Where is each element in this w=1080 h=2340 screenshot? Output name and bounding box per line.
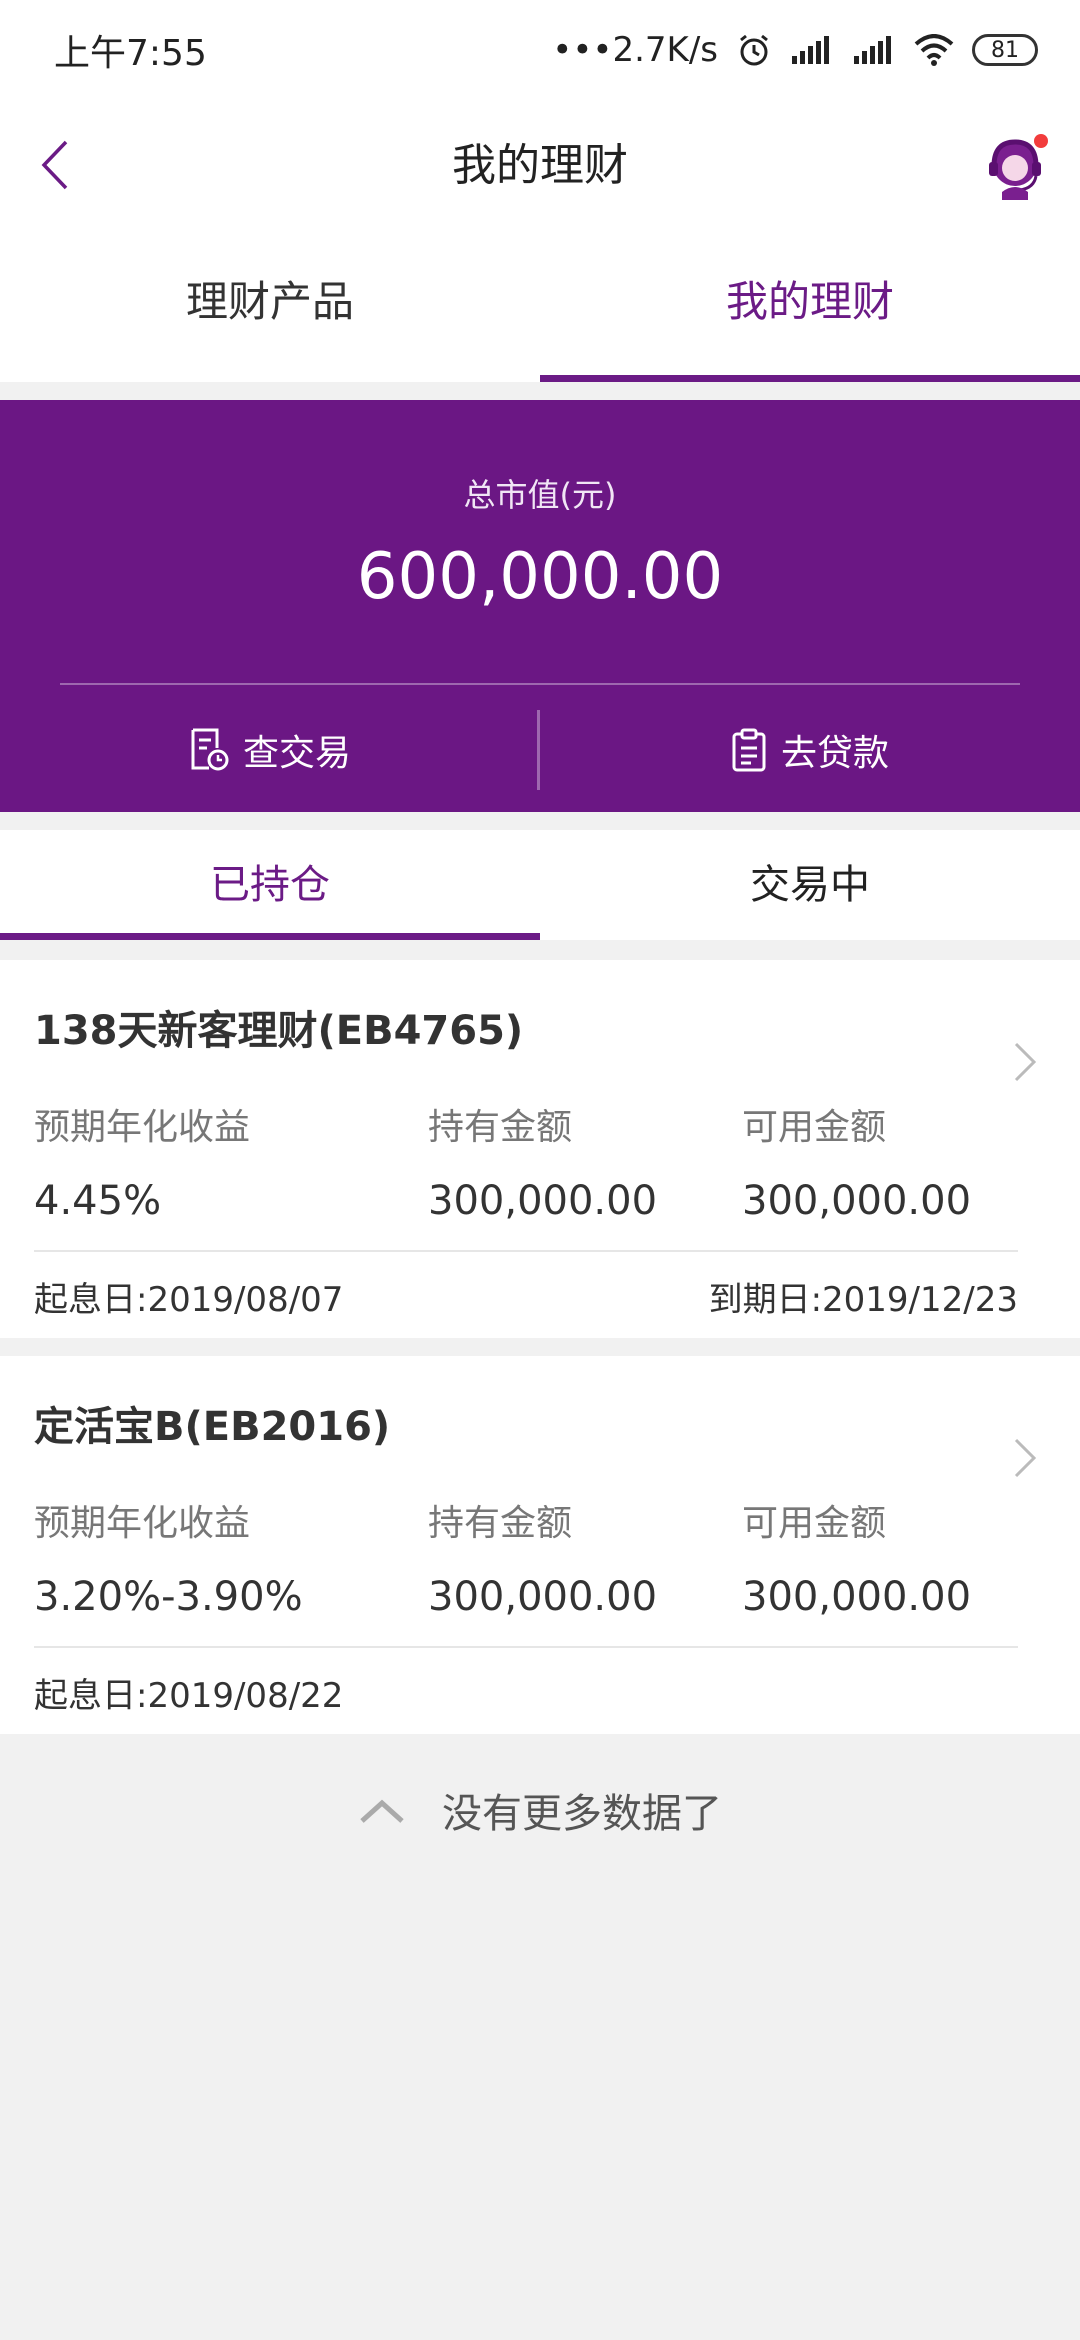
holding-card[interactable]: 138天新客理财(EB4765) 预期年化收益 4.45% 持有金额 300,0… bbox=[0, 960, 1080, 1338]
start-date: 起息日:2019/08/22 bbox=[34, 1676, 344, 1716]
yield-label: 预期年化收益 bbox=[34, 1107, 251, 1148]
divider bbox=[34, 1250, 1018, 1252]
chevron-right-icon bbox=[1014, 1042, 1037, 1082]
divider bbox=[60, 683, 1020, 685]
status-time: 上午7:55 bbox=[54, 33, 207, 74]
apply-loan-button[interactable]: 去贷款 bbox=[540, 710, 1080, 790]
available-amount-label: 可用金额 bbox=[742, 1107, 887, 1148]
chevron-left-icon bbox=[41, 140, 68, 190]
nav-bar: 我的理财 bbox=[0, 100, 1080, 232]
available-amount-value: 300,000.00 bbox=[742, 1178, 972, 1224]
no-more-text: 没有更多数据了 bbox=[442, 1791, 722, 1837]
no-more-data: 没有更多数据了 bbox=[0, 1770, 1080, 1850]
chevron-right-icon bbox=[1014, 1438, 1037, 1478]
alarm-icon bbox=[740, 34, 768, 66]
yield-value: 4.45% bbox=[34, 1178, 162, 1224]
tab-my-finance[interactable]: 我的理财 bbox=[540, 232, 1080, 382]
held-amount-column: 持有金额 300,000.00 bbox=[428, 1098, 657, 1224]
wifi-icon bbox=[914, 34, 954, 66]
battery-level: 81 bbox=[991, 37, 1019, 63]
hero-actions: 查交易 去贷款 bbox=[0, 710, 1080, 790]
chevron-up-icon bbox=[360, 1799, 404, 1823]
tab-holdings[interactable]: 已持仓 bbox=[0, 830, 540, 940]
held-amount-value: 300,000.00 bbox=[428, 1574, 658, 1620]
held-amount-label: 持有金额 bbox=[428, 1503, 573, 1544]
divider bbox=[34, 1646, 1018, 1648]
start-date: 起息日:2019/08/07 bbox=[34, 1280, 344, 1320]
yield-column: 预期年化收益 4.45% bbox=[34, 1098, 250, 1224]
view-transactions-button[interactable]: 查交易 bbox=[0, 710, 540, 790]
notification-dot bbox=[1034, 134, 1048, 148]
tab-products[interactable]: 理财产品 bbox=[0, 232, 540, 382]
yield-value: 3.20%-3.90% bbox=[34, 1574, 303, 1620]
transaction-record-icon bbox=[191, 728, 229, 771]
status-icons: •••2.7K/s 81 bbox=[552, 30, 1038, 70]
product-title: 定活宝B(EB2016) bbox=[34, 1404, 391, 1450]
view-transactions-label: 查交易 bbox=[242, 733, 351, 774]
battery-icon: 81 bbox=[972, 34, 1038, 66]
holding-card[interactable]: 定活宝B(EB2016) 预期年化收益 3.20%-3.90% 持有金额 300… bbox=[0, 1356, 1080, 1734]
divider bbox=[537, 710, 540, 790]
customer-service-button[interactable] bbox=[980, 132, 1050, 202]
signal-icon bbox=[854, 36, 891, 64]
product-title: 138天新客理财(EB4765) bbox=[34, 1008, 524, 1054]
held-amount-column: 持有金额 300,000.00 bbox=[428, 1494, 657, 1620]
apply-loan-label: 去贷款 bbox=[780, 733, 889, 774]
holding-tabs: 已持仓 交易中 bbox=[0, 830, 1080, 940]
total-value-label: 总市值(元) bbox=[463, 476, 617, 514]
back-button[interactable] bbox=[20, 130, 90, 200]
held-amount-value: 300,000.00 bbox=[428, 1178, 658, 1224]
status-bar: 上午7:55 •••2.7K/s 81 bbox=[0, 0, 1080, 100]
available-amount-label: 可用金额 bbox=[742, 1503, 887, 1544]
yield-label: 预期年化收益 bbox=[34, 1503, 251, 1544]
maturity-date: 到期日:2019/12/23 bbox=[708, 1280, 1018, 1320]
available-amount-column: 可用金额 300,000.00 bbox=[742, 1494, 971, 1620]
available-amount-value: 300,000.00 bbox=[742, 1574, 972, 1620]
total-value-amount: 600,000.00 bbox=[356, 540, 724, 614]
top-tabs: 理财产品 我的理财 bbox=[0, 232, 1080, 382]
total-value-panel: 总市值(元) 600,000.00 查交易 去贷款 bbox=[0, 400, 1080, 812]
held-amount-label: 持有金额 bbox=[428, 1107, 573, 1148]
tab-in-transaction[interactable]: 交易中 bbox=[540, 830, 1080, 940]
page-title: 我的理财 bbox=[452, 140, 628, 191]
yield-column: 预期年化收益 3.20%-3.90% bbox=[34, 1494, 303, 1620]
clipboard-icon bbox=[732, 728, 766, 772]
signal-icon bbox=[792, 36, 829, 64]
network-speed: •••2.7K/s bbox=[552, 30, 718, 70]
available-amount-column: 可用金额 300,000.00 bbox=[742, 1098, 971, 1224]
